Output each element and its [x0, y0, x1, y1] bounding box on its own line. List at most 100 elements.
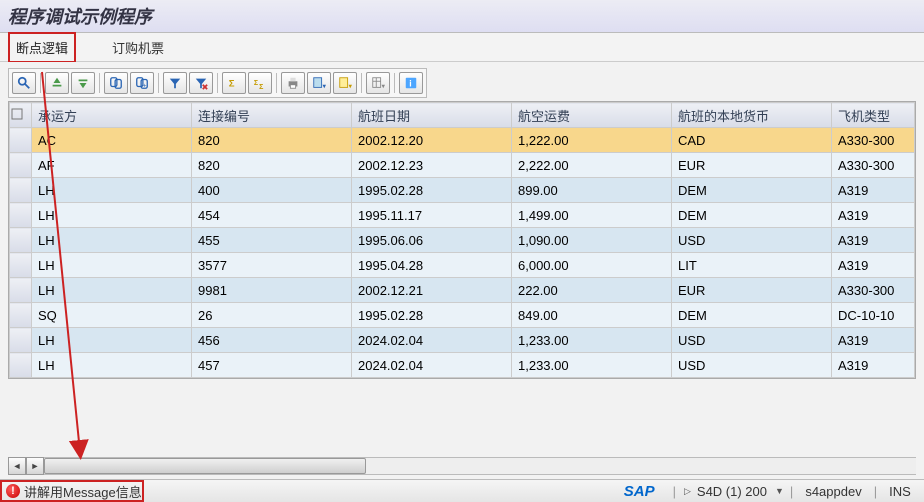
horizontal-scrollbar[interactable]: ◄ ►	[8, 458, 916, 474]
scroll-thumb[interactable]	[44, 458, 366, 474]
cell-carrier[interactable]: LH	[32, 253, 192, 278]
cell-currency[interactable]: USD	[672, 328, 832, 353]
cell-airfare[interactable]: 899.00	[512, 178, 672, 203]
cell-currency[interactable]: EUR	[672, 153, 832, 178]
col-carrier[interactable]: 承运方	[32, 103, 192, 128]
total-button[interactable]: Σ	[222, 72, 246, 94]
cell-connection[interactable]: 9981	[192, 278, 352, 303]
table-row[interactable]: LH35771995.04.286,000.00LITA319	[10, 253, 915, 278]
cell-connection[interactable]: 455	[192, 228, 352, 253]
cell-carrier[interactable]: LH	[32, 328, 192, 353]
cell-flight-date[interactable]: 1995.02.28	[352, 178, 512, 203]
table-row[interactable]: LH4572024.02.041,233.00USDA319	[10, 353, 915, 378]
cell-flight-date[interactable]: 1995.02.28	[352, 303, 512, 328]
cell-plane-type[interactable]: A319	[832, 203, 915, 228]
cell-carrier[interactable]: LH	[32, 203, 192, 228]
find-button[interactable]	[104, 72, 128, 94]
cell-flight-date[interactable]: 1995.06.06	[352, 228, 512, 253]
tab-book-flight[interactable]: 订购机票	[106, 34, 170, 61]
cell-flight-date[interactable]: 2002.12.21	[352, 278, 512, 303]
cell-connection[interactable]: 820	[192, 153, 352, 178]
cell-airfare[interactable]: 2,222.00	[512, 153, 672, 178]
cell-plane-type[interactable]: DC-10-10	[832, 303, 915, 328]
cell-airfare[interactable]: 1,499.00	[512, 203, 672, 228]
cell-plane-type[interactable]: A319	[832, 328, 915, 353]
cell-connection[interactable]: 456	[192, 328, 352, 353]
cell-currency[interactable]: USD	[672, 353, 832, 378]
cell-connection[interactable]: 26	[192, 303, 352, 328]
filter-button[interactable]	[163, 72, 187, 94]
sort-desc-button[interactable]	[71, 72, 95, 94]
col-currency[interactable]: 航班的本地货币	[672, 103, 832, 128]
cell-connection[interactable]: 400	[192, 178, 352, 203]
row-selector[interactable]	[10, 253, 32, 278]
export-button[interactable]	[333, 72, 357, 94]
filter-delete-button[interactable]	[189, 72, 213, 94]
cell-currency[interactable]: DEM	[672, 178, 832, 203]
cell-currency[interactable]: DEM	[672, 303, 832, 328]
cell-flight-date[interactable]: 1995.04.28	[352, 253, 512, 278]
dropdown-icon[interactable]: ▼	[775, 486, 784, 496]
table-row[interactable]: LH4562024.02.041,233.00USDA319	[10, 328, 915, 353]
table-row[interactable]: LH4551995.06.061,090.00USDA319	[10, 228, 915, 253]
print-button[interactable]	[281, 72, 305, 94]
subtotal-button[interactable]: ΣΣ	[248, 72, 272, 94]
cell-connection[interactable]: 820	[192, 128, 352, 153]
find-next-button[interactable]: +	[130, 72, 154, 94]
cell-plane-type[interactable]: A330-300	[832, 278, 915, 303]
sort-asc-button[interactable]	[45, 72, 69, 94]
cell-plane-type[interactable]: A319	[832, 228, 915, 253]
layout-button[interactable]	[366, 72, 390, 94]
cell-currency[interactable]: USD	[672, 228, 832, 253]
row-selector[interactable]	[10, 203, 32, 228]
cell-carrier[interactable]: AF	[32, 153, 192, 178]
cell-plane-type[interactable]: A330-300	[832, 128, 915, 153]
table-row[interactable]: LH4001995.02.28899.00DEMA319	[10, 178, 915, 203]
info-button[interactable]: i	[399, 72, 423, 94]
col-flight-date[interactable]: 航班日期	[352, 103, 512, 128]
row-selector[interactable]	[10, 228, 32, 253]
status-system[interactable]: S4D (1) 200	[691, 484, 773, 499]
row-selector[interactable]	[10, 128, 32, 153]
cell-flight-date[interactable]: 2024.02.04	[352, 328, 512, 353]
row-selector[interactable]	[10, 303, 32, 328]
cell-flight-date[interactable]: 2002.12.23	[352, 153, 512, 178]
cell-airfare[interactable]: 222.00	[512, 278, 672, 303]
scroll-right-button[interactable]: ►	[26, 457, 44, 475]
dropdown-icon[interactable]: ▷	[684, 486, 691, 497]
cell-flight-date[interactable]: 2024.02.04	[352, 353, 512, 378]
col-plane-type[interactable]: 飞机类型	[832, 103, 915, 128]
cell-carrier[interactable]: LH	[32, 353, 192, 378]
cell-connection[interactable]: 454	[192, 203, 352, 228]
scroll-left-button[interactable]: ◄	[8, 457, 26, 475]
details-button[interactable]	[12, 72, 36, 94]
cell-airfare[interactable]: 1,222.00	[512, 128, 672, 153]
row-selector[interactable]	[10, 353, 32, 378]
cell-airfare[interactable]: 6,000.00	[512, 253, 672, 278]
col-airfare[interactable]: 航空运费	[512, 103, 672, 128]
cell-carrier[interactable]: LH	[32, 178, 192, 203]
row-selector[interactable]	[10, 278, 32, 303]
cell-connection[interactable]: 3577	[192, 253, 352, 278]
table-row[interactable]: AF8202002.12.232,222.00EURA330-300	[10, 153, 915, 178]
view-button[interactable]	[307, 72, 331, 94]
cell-airfare[interactable]: 1,233.00	[512, 353, 672, 378]
cell-airfare[interactable]: 1,090.00	[512, 228, 672, 253]
scroll-track[interactable]	[44, 457, 916, 475]
cell-currency[interactable]: EUR	[672, 278, 832, 303]
alv-grid[interactable]: 承运方 连接编号 航班日期 航空运费 航班的本地货币 飞机类型 AC820200…	[8, 101, 916, 379]
cell-plane-type[interactable]: A330-300	[832, 153, 915, 178]
cell-airfare[interactable]: 1,233.00	[512, 328, 672, 353]
cell-flight-date[interactable]: 2002.12.20	[352, 128, 512, 153]
row-selector[interactable]	[10, 178, 32, 203]
cell-plane-type[interactable]: A319	[832, 353, 915, 378]
table-row[interactable]: LH99812002.12.21222.00EURA330-300	[10, 278, 915, 303]
cell-plane-type[interactable]: A319	[832, 253, 915, 278]
cell-carrier[interactable]: LH	[32, 278, 192, 303]
cell-plane-type[interactable]: A319	[832, 178, 915, 203]
table-row[interactable]: LH4541995.11.171,499.00DEMA319	[10, 203, 915, 228]
cell-carrier[interactable]: LH	[32, 228, 192, 253]
table-row[interactable]: SQ261995.02.28849.00DEMDC-10-10	[10, 303, 915, 328]
cell-airfare[interactable]: 849.00	[512, 303, 672, 328]
cell-carrier[interactable]: SQ	[32, 303, 192, 328]
